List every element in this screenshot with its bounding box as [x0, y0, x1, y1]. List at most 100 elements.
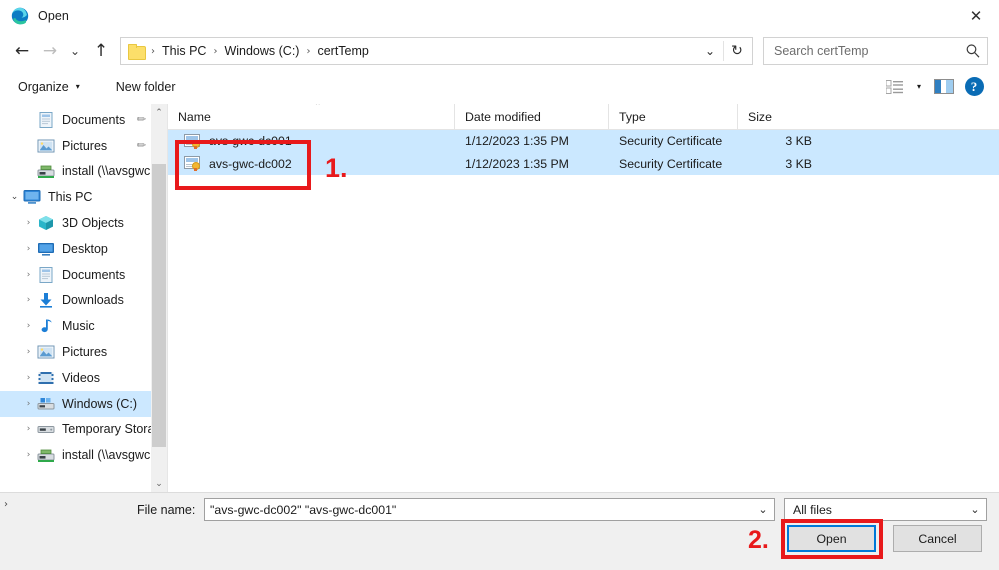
tree-collapsed-icon[interactable]: › — [20, 450, 37, 460]
open-file-dialog: Open ✕ ← → ⌄ ↑ › This PC › Windows (C:) … — [0, 0, 999, 570]
view-chevron-down-icon[interactable]: ▾ — [909, 74, 929, 100]
search-box[interactable]: Search certTemp — [763, 37, 988, 65]
tree-collapsed-icon[interactable]: › — [20, 424, 37, 434]
file-name-input[interactable]: "avs-gwc-dc002" "avs-gwc-dc001" ⌄ — [204, 498, 775, 521]
sidebar-item-3d-objects[interactable]: › 3D Objects — [0, 210, 153, 236]
desktop-icon — [37, 241, 55, 257]
scrollbar-thumb[interactable] — [152, 164, 166, 447]
address-bar[interactable]: › This PC › Windows (C:) › certTemp ⌄ ↻ — [120, 37, 753, 65]
sidebar-item-music[interactable]: ›Music — [0, 313, 153, 339]
window-title: Open — [38, 9, 69, 23]
videos-icon — [37, 370, 55, 386]
network-drive-icon — [37, 447, 55, 463]
tree-collapsed-icon[interactable]: › — [20, 399, 37, 409]
network-drive-icon — [37, 163, 55, 179]
drive-icon — [37, 421, 55, 437]
sidebar-item-videos[interactable]: ›Videos — [0, 365, 153, 391]
preview-pane-button[interactable] — [929, 74, 959, 100]
tree-collapsed-icon[interactable]: › — [20, 321, 37, 331]
new-folder-button[interactable]: New folder — [112, 74, 180, 100]
sidebar-item-label: Documents — [62, 268, 125, 282]
help-button[interactable]: ? — [959, 74, 989, 100]
sidebar-item-documents[interactable]: › Documents — [0, 262, 153, 288]
back-icon[interactable]: ← — [8, 36, 36, 66]
downloads-icon — [37, 292, 55, 308]
music-icon — [37, 318, 55, 334]
open-button[interactable]: Open — [787, 525, 876, 552]
refresh-icon[interactable]: ↻ — [724, 38, 750, 64]
file-list-pane: Name ⌃ Date modified Type Size avs-gwc-d… — [168, 104, 999, 492]
organize-button[interactable]: Organize ▾ — [14, 74, 84, 100]
table-row[interactable]: avs-gwc-dc0021/12/2023 1:35 PMSecurity C… — [168, 153, 999, 176]
cell-date-modified: 1/12/2023 1:35 PM — [455, 157, 609, 171]
security-certificate-icon — [184, 134, 201, 149]
breadcrumb-windows-c[interactable]: Windows (C:) — [221, 44, 302, 58]
tree-collapsed-icon[interactable]: › — [20, 244, 37, 254]
sidebar-item-desktop[interactable]: › Desktop — [0, 236, 153, 262]
chevron-down-icon[interactable]: ⌄ — [697, 38, 723, 64]
pictures-icon — [37, 344, 55, 360]
pictures-icon — [37, 138, 55, 154]
sidebar-item-label: Desktop — [62, 242, 108, 256]
hide-folders-expander-icon[interactable]: › — [4, 499, 8, 510]
table-row[interactable]: avs-gwc-dc0011/12/2023 1:35 PMSecurity C… — [168, 130, 999, 153]
sidebar-item-install-avsgwc[interactable]: › install (\\avsgwc — [0, 442, 153, 468]
search-icon — [965, 43, 981, 59]
sidebar-item-windows-c[interactable]: › Windows (C:) — [0, 391, 153, 417]
local-disk-icon — [37, 396, 55, 412]
tree-expanded-icon[interactable]: ⌄ — [6, 192, 23, 202]
pin-icon: ✐ — [133, 112, 149, 128]
tree-collapsed-icon[interactable]: › — [20, 373, 37, 383]
help-icon: ? — [965, 77, 984, 96]
cancel-button[interactable]: Cancel — [893, 525, 982, 552]
sidebar-item-label: Windows (C:) — [62, 397, 137, 411]
cell-file-size: 3 KB — [738, 134, 823, 148]
column-header-name[interactable]: Name ⌃ — [168, 104, 455, 129]
tree-collapsed-icon[interactable]: › — [20, 347, 37, 357]
forward-icon: → — [36, 36, 64, 66]
sidebar-item-label: Pictures — [62, 139, 107, 153]
sidebar-item-downloads[interactable]: ›Downloads — [0, 288, 153, 314]
sidebar-item-label: install (\\avsgwc — [62, 448, 150, 462]
sidebar-item-documents[interactable]: Documents✐ — [0, 107, 153, 133]
breadcrumb-separator: › — [147, 46, 159, 57]
preview-pane-icon — [934, 79, 954, 94]
close-icon[interactable]: ✕ — [953, 0, 999, 32]
tree-collapsed-icon[interactable]: › — [20, 270, 37, 280]
breadcrumb-certtemp[interactable]: certTemp — [314, 44, 371, 58]
documents-icon — [37, 112, 55, 128]
cell-file-size: 3 KB — [738, 157, 823, 171]
chevron-down-icon[interactable]: ⌄ — [964, 503, 986, 516]
chevron-down-icon[interactable]: ⌄ — [752, 503, 774, 516]
up-one-level-icon[interactable]: ↑ — [86, 36, 116, 66]
sidebar-item-pictures[interactable]: Pictures ✐ — [0, 133, 153, 159]
breadcrumb-separator: › — [209, 46, 221, 57]
scroll-up-icon[interactable]: ⌃ — [151, 104, 167, 121]
scroll-down-icon[interactable]: ⌄ — [151, 475, 167, 492]
breadcrumb-this-pc[interactable]: This PC — [159, 44, 209, 58]
sidebar-item-install-avsgwc[interactable]: install (\\avsgwc — [0, 159, 153, 185]
file-name-text: avs-gwc-dc001 — [209, 134, 292, 148]
sidebar-item-pictures[interactable]: ›Pictures — [0, 339, 153, 365]
column-header-type[interactable]: Type — [609, 104, 738, 129]
change-view-button[interactable] — [879, 74, 909, 100]
column-header-date-modified[interactable]: Date modified — [455, 104, 609, 129]
cell-file-name: avs-gwc-dc001 — [168, 134, 455, 149]
this-pc-icon — [23, 189, 41, 205]
sidebar-scrollbar[interactable]: ⌃ ⌄ — [151, 104, 167, 492]
column-header-size[interactable]: Size — [738, 104, 823, 129]
recent-locations-icon[interactable]: ⌄ — [64, 36, 86, 66]
pin-icon: ✐ — [133, 138, 149, 154]
column-headers: Name ⌃ Date modified Type Size — [168, 104, 999, 130]
sidebar-item-temporary-stora[interactable]: › Temporary Stora — [0, 417, 153, 443]
tree-collapsed-icon[interactable]: › — [20, 295, 37, 305]
sidebar-item-label: Temporary Stora — [62, 422, 153, 436]
tree-collapsed-icon[interactable]: › — [20, 218, 37, 228]
organize-label: Organize — [18, 80, 69, 94]
search-input[interactable]: Search certTemp — [774, 44, 965, 58]
sidebar-item-this-pc[interactable]: ⌄This PC — [0, 184, 153, 210]
navigation-sidebar: Documents✐Pictures✐install (\\avsgwc⌄Thi… — [0, 104, 168, 492]
file-type-filter-dropdown[interactable]: All files ⌄ — [784, 498, 987, 521]
chevron-down-icon: ▾ — [76, 82, 80, 91]
sidebar-item-label: 3D Objects — [62, 216, 124, 230]
